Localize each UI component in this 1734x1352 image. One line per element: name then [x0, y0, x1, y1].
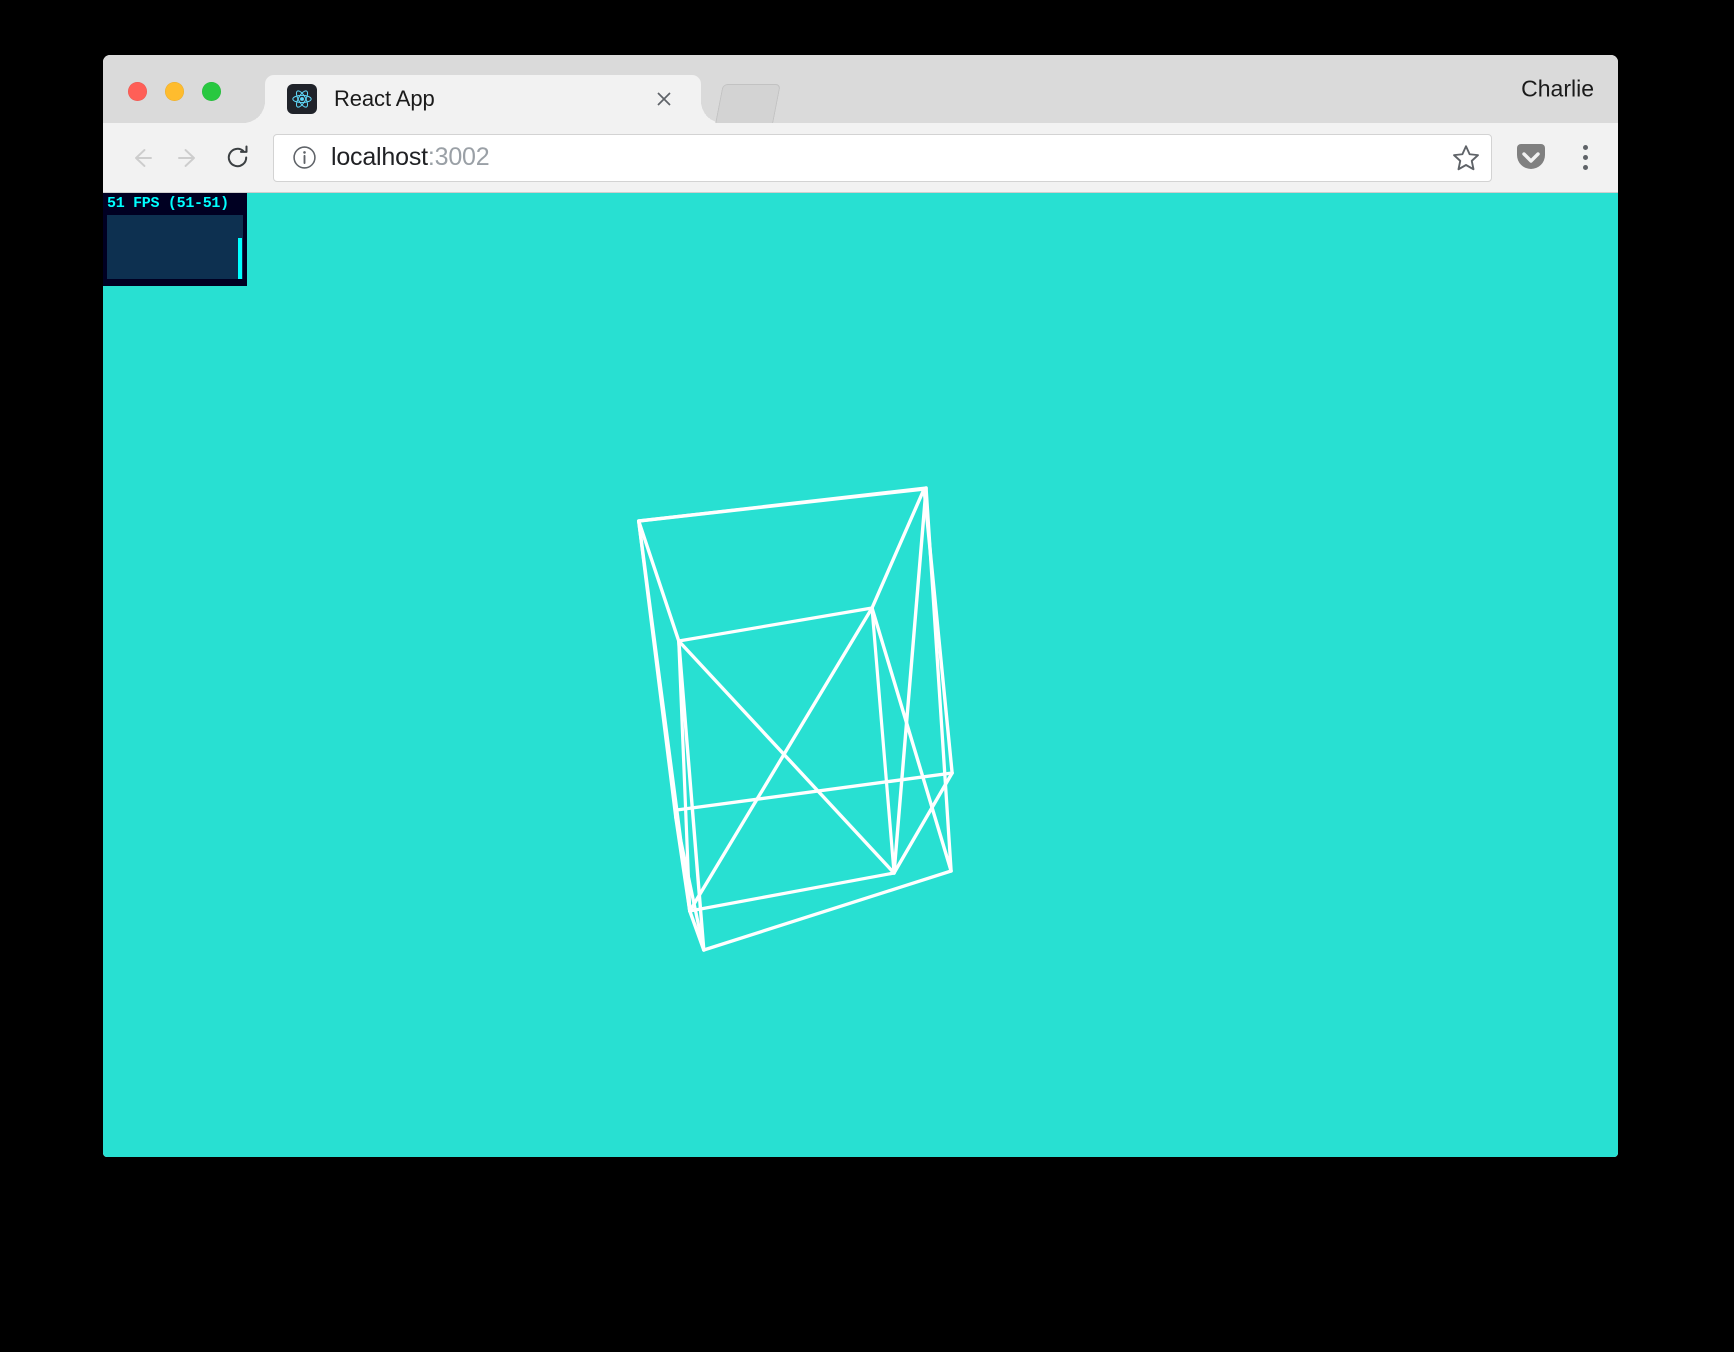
bookmark-star-icon[interactable] — [1451, 143, 1481, 173]
menu-dot — [1582, 165, 1588, 170]
url-host: localhost — [331, 143, 428, 171]
address-bar[interactable]: localhost:3002 — [273, 133, 1492, 182]
reload-button[interactable] — [213, 134, 261, 182]
fps-graph-bar — [238, 238, 242, 279]
site-info-icon[interactable] — [292, 145, 317, 170]
browser-toolbar: localhost:3002 — [103, 123, 1618, 193]
pocket-extension-icon[interactable] — [1514, 141, 1548, 175]
tab-react-app[interactable]: React App — [243, 75, 723, 123]
minimize-window-button[interactable] — [165, 82, 184, 101]
fps-label: 51 FPS (51-51) — [107, 195, 229, 212]
fps-graph — [107, 215, 243, 279]
react-logo-icon — [287, 84, 317, 114]
menu-dot — [1582, 155, 1588, 160]
close-window-button[interactable] — [128, 82, 147, 101]
new-tab-button[interactable] — [715, 84, 781, 123]
window-controls — [128, 82, 221, 101]
back-button[interactable] — [117, 134, 165, 182]
close-icon[interactable] — [653, 88, 675, 110]
url-port: :3002 — [427, 143, 490, 171]
fps-stats-panel[interactable]: 51 FPS (51-51) — [103, 193, 247, 286]
page-viewport: 51 FPS (51-51) — [103, 193, 1618, 1157]
tab-title: React App — [334, 86, 435, 111]
browser-window: React App Charlie localhost:3002 51 FPS … — [103, 55, 1618, 1157]
forward-button[interactable] — [165, 134, 213, 182]
menu-dot — [1582, 145, 1588, 150]
browser-menu-icon[interactable] — [1570, 145, 1600, 170]
profile-name[interactable]: Charlie — [1521, 76, 1594, 103]
tab-strip: React App Charlie — [103, 55, 1618, 123]
maximize-window-button[interactable] — [202, 82, 221, 101]
url-text[interactable]: localhost:3002 — [331, 143, 490, 172]
webgl-canvas[interactable] — [103, 193, 1618, 1157]
